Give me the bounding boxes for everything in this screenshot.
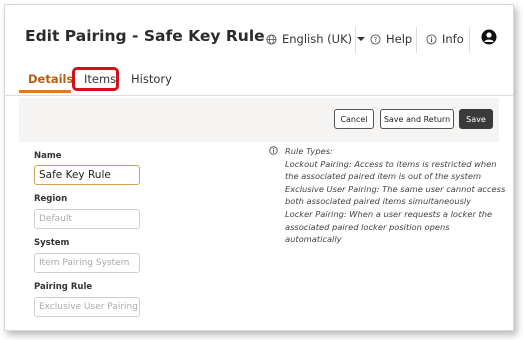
help-button[interactable]: ? Help — [370, 32, 412, 46]
svg-text:?: ? — [374, 35, 378, 43]
rule-line: Locker Pairing: When a user requests a l… — [285, 208, 493, 219]
region-field[interactable]: Default — [34, 209, 140, 229]
save-and-return-button[interactable]: Save and Return — [380, 109, 454, 129]
rule-types-help: Rule Types: Lockout Pairing: Access to i… — [269, 145, 505, 246]
language-selector[interactable]: English (UK) — [266, 32, 366, 46]
tab-history[interactable]: History — [131, 72, 172, 86]
question-circle-icon: ? — [370, 33, 381, 45]
name-label: Name — [34, 151, 62, 161]
page-title: Edit Pairing - Safe Key Rule — [25, 27, 265, 45]
info-button[interactable]: Info — [426, 32, 464, 46]
pairing-rule-label: Pairing Rule — [34, 282, 93, 292]
header-divider — [416, 27, 417, 53]
header-divider — [355, 27, 356, 53]
system-field[interactable]: Item Pairing System — [34, 253, 140, 273]
rule-line: the associated paired item is out of the… — [285, 171, 482, 182]
active-tab-indicator — [19, 90, 71, 93]
region-label: Region — [34, 194, 68, 204]
page-header: Edit Pairing - Safe Key Rule English (UK… — [5, 5, 513, 67]
rule-line: associated paired locker position opens — [285, 221, 450, 232]
tab-details[interactable]: Details — [28, 72, 73, 86]
items-tab-highlight — [72, 67, 119, 91]
save-button[interactable]: Save — [459, 109, 493, 129]
rule-line: automatically — [285, 234, 342, 245]
language-label: English (UK) — [282, 32, 353, 46]
user-avatar-icon[interactable] — [481, 29, 497, 45]
name-field[interactable]: Safe Key Rule — [34, 165, 140, 185]
header-divider — [469, 27, 470, 53]
rule-line: both associated paired items simultaneou… — [285, 196, 472, 207]
help-label: Help — [386, 32, 413, 46]
cancel-button[interactable]: Cancel — [334, 109, 374, 129]
info-circle-icon — [269, 146, 278, 155]
system-label: System — [34, 238, 70, 248]
pairing-rule-field[interactable]: Exclusive User Pairing — [34, 297, 140, 317]
info-label: Info — [442, 32, 464, 46]
caret-down-icon — [357, 37, 366, 41]
edit-pairing-window: Edit Pairing - Safe Key Rule English (UK… — [4, 4, 514, 331]
globe-icon — [266, 33, 277, 45]
rule-line: Exclusive User Pairing: The same user ca… — [285, 183, 506, 194]
rule-types-heading: Rule Types: — [285, 146, 333, 156]
info-circle-icon — [426, 33, 437, 45]
rule-line: Lockout Pairing: Access to items is rest… — [285, 158, 497, 169]
